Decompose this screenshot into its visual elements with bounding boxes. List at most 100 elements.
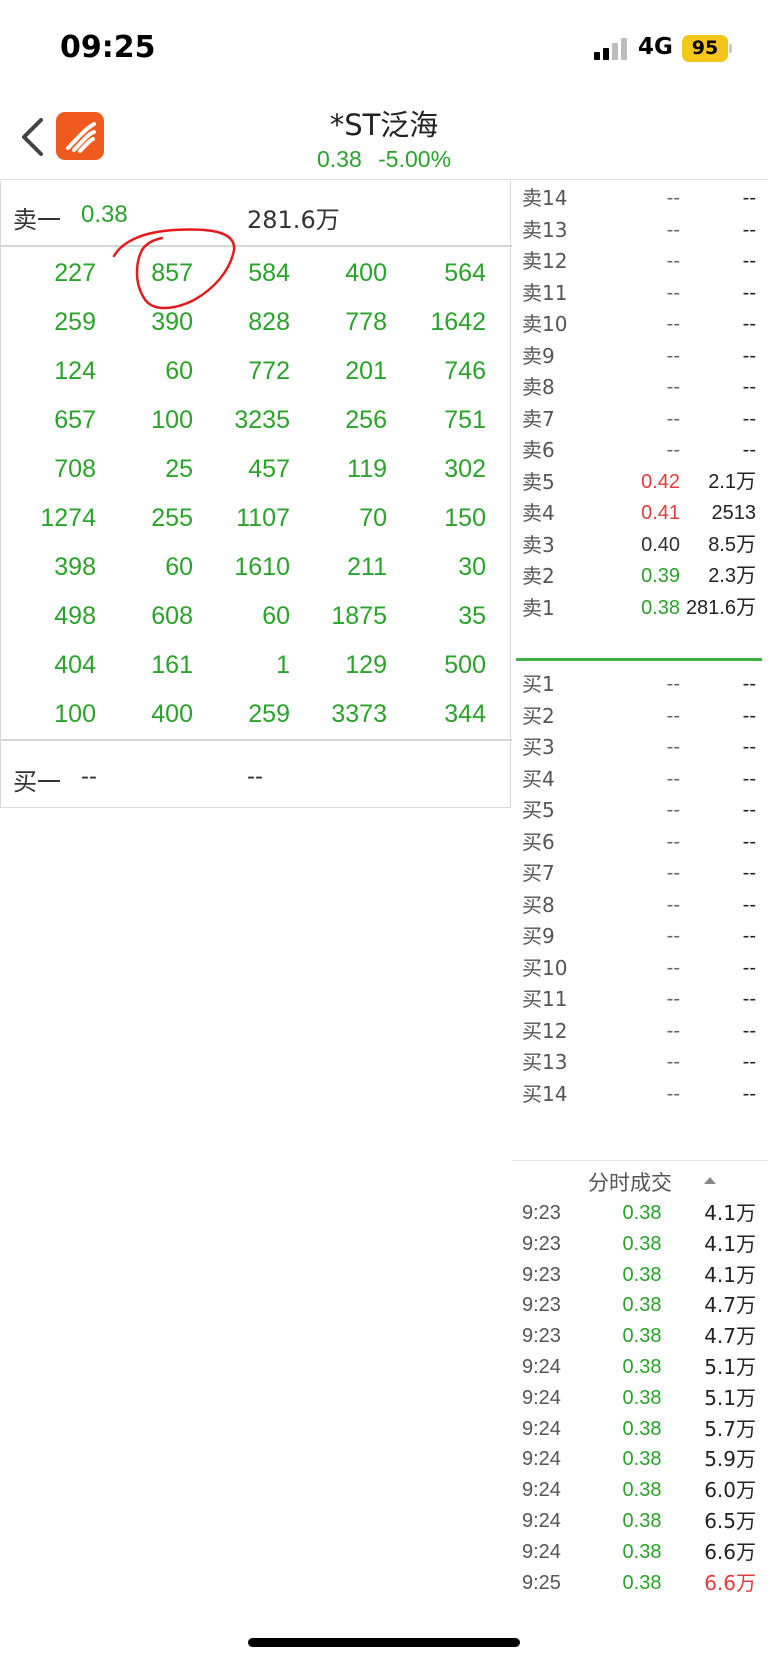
bid-one-summary: 买一 -- -- [1, 739, 512, 807]
bid-level-row[interactable]: 买5 -- -- [512, 794, 768, 827]
ask-level: 卖1 [522, 595, 555, 620]
bid-level-row[interactable]: 买8 -- -- [512, 889, 768, 922]
ask-volume: -- [742, 376, 756, 398]
bid-price: -- [666, 673, 680, 695]
trade-row: 9:23 0.38 4.1万 [512, 1229, 768, 1260]
bid-level-row[interactable]: 买4 -- -- [512, 763, 768, 796]
ask-level: 卖11 [522, 280, 568, 305]
tick-row: 708 25 457 119 302 [1, 445, 512, 494]
ask-level-row[interactable]: 卖3 0.40 8.5万 [512, 529, 768, 562]
bid-level: 买6 [522, 829, 555, 854]
bid-price: -- [666, 767, 680, 790]
ask-level-row[interactable]: 卖4 0.41 2513 [512, 497, 768, 530]
ask-level-row[interactable]: 卖10 -- -- [512, 308, 768, 341]
bid-level: 买12 [522, 1018, 568, 1043]
trade-time: 9:24 [522, 1448, 561, 1471]
ask-level-row[interactable]: 卖8 -- -- [512, 371, 768, 404]
trade-volume: 6.5万 [704, 1509, 756, 1533]
tick-row: 398 60 1610 211 30 [1, 543, 512, 592]
tick-volume-cell: 60 [262, 602, 290, 630]
tick-row: 100 400 259 3373 344 [1, 690, 512, 739]
ask-level: 卖2 [522, 564, 555, 588]
bid-level-row[interactable]: 买13 -- -- [512, 1046, 768, 1079]
tick-volume-cell: 746 [444, 357, 486, 385]
bid-volume: -- [742, 988, 756, 1010]
bid-level: 买13 [522, 1050, 568, 1074]
bid-level-row[interactable]: 买11 -- -- [512, 983, 768, 1016]
order-book-divider [516, 658, 762, 661]
bid-price: -- [666, 862, 680, 884]
tick-volume-cell: 1610 [234, 553, 290, 581]
ask-price: -- [666, 187, 680, 209]
bid-level-row[interactable]: 买2 -- -- [512, 700, 768, 733]
bid-volume: -- [742, 862, 756, 884]
bid-volume: -- [742, 925, 756, 947]
trade-time: 9:24 [522, 1356, 561, 1378]
tick-volume-cell: 498 [54, 602, 96, 630]
ask-price: -- [666, 250, 680, 272]
tick-volume-cell: 119 [347, 455, 387, 483]
ask-level-row[interactable]: 卖9 -- -- [512, 340, 768, 373]
bid-price: -- [666, 988, 680, 1010]
ask-volume: -- [742, 281, 756, 304]
tick-volume-cell: 30 [458, 553, 486, 581]
ask-level-row[interactable]: 卖14 -- -- [512, 182, 768, 215]
battery-icon: 95 [682, 35, 732, 62]
tick-volume-cell: 25 [165, 455, 193, 483]
tick-volume-cell: 778 [345, 308, 387, 336]
bid-level-row[interactable]: 买1 -- -- [512, 668, 768, 701]
ask-level-row[interactable]: 卖2 0.39 2.3万 [512, 560, 768, 593]
ask-level-row[interactable]: 卖6 -- -- [512, 434, 768, 467]
tick-volume-grid: 227 857 584 400 564 259 390 828 778 1642 124 60 772 2… [1, 249, 512, 741]
intraday-trades-header[interactable]: 分时成交 [512, 1160, 768, 1196]
bid-level: 买7 [522, 861, 555, 885]
trade-time: 9:23 [522, 1263, 561, 1286]
ask-level-row[interactable]: 卖7 -- -- [512, 403, 768, 436]
ask-one-summary: 卖一 0.38 281.6万 [1, 181, 512, 247]
bid-level-row[interactable]: 买10 -- -- [512, 952, 768, 985]
tick-volume-cell: 124 [54, 357, 96, 385]
ask-level-row[interactable]: 卖12 -- -- [512, 245, 768, 278]
bid-level-row[interactable]: 买7 -- -- [512, 857, 768, 890]
bid-level-row[interactable]: 买14 -- -- [512, 1078, 768, 1111]
trade-time: 9:25 [522, 1571, 561, 1594]
tick-volume-cell: 1274 [40, 504, 96, 532]
tick-volume-cell: 657 [54, 406, 96, 434]
tick-volume-cell: 708 [54, 455, 96, 483]
bid-volume: -- [742, 673, 756, 695]
bid-level: 买5 [522, 798, 555, 822]
tick-volume-cell: 100 [151, 406, 193, 434]
ask-level: 卖4 [522, 501, 555, 525]
tick-row: 1274 255 1107 70 150 [1, 494, 512, 543]
bid-level-row[interactable]: 买3 -- -- [512, 731, 768, 764]
ask-level-row[interactable]: 卖1 0.38 281.6万 [512, 592, 768, 625]
bid-level-row[interactable]: 买9 -- -- [512, 920, 768, 953]
tick-volume-cell: 60 [165, 553, 193, 581]
trade-row: 9:24 0.38 6.5万 [512, 1506, 768, 1537]
ask-level: 卖8 [522, 375, 555, 399]
trade-row: 9:24 0.38 5.1万 [512, 1352, 768, 1383]
tick-row: 124 60 772 201 746 [1, 347, 512, 396]
ask-volume: -- [742, 407, 756, 430]
trade-price: 0.38 [622, 1232, 662, 1255]
trade-row: 9:25 0.38 6.6万 [512, 1568, 768, 1599]
trade-price: 0.38 [622, 1202, 662, 1224]
ask-level: 卖14 [522, 186, 568, 210]
ask-price: 0.42 [641, 470, 680, 493]
bid-price: -- [666, 1051, 680, 1073]
ask-one-label: 卖一 [13, 206, 61, 234]
ask-volume: 2.3万 [708, 565, 756, 587]
ask-level: 卖6 [522, 438, 555, 462]
ask-level-row[interactable]: 卖13 -- -- [512, 214, 768, 247]
tick-volume-cell: 772 [248, 357, 290, 385]
tick-volume-cell: 1875 [331, 602, 387, 630]
trade-volume: 4.1万 [704, 1262, 756, 1287]
tick-row: 404 161 1 129 500 [1, 641, 512, 690]
ask-level-row[interactable]: 卖11 -- -- [512, 277, 768, 310]
trade-row: 9:23 0.38 4.7万 [512, 1290, 768, 1321]
bid-level-row[interactable]: 买6 -- -- [512, 826, 768, 859]
ask-level-row[interactable]: 卖5 0.42 2.1万 [512, 466, 768, 499]
tick-volume-cell: 1107 [236, 504, 290, 532]
bid-level-row[interactable]: 买12 -- -- [512, 1015, 768, 1048]
bid-level: 买3 [522, 735, 555, 759]
